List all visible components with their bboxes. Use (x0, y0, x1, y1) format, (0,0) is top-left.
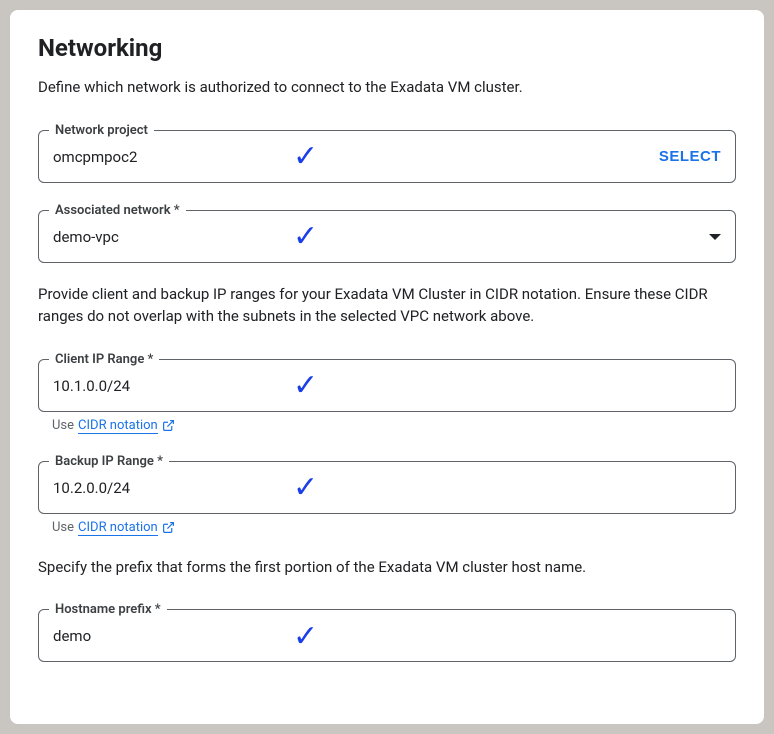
hostname-prefix-label: Hostname prefix * (49, 602, 167, 617)
backup-ip-label: Backup IP Range * (49, 454, 169, 469)
backup-ip-helper: Use CIDR notation (52, 520, 736, 536)
section-title: Networking (38, 34, 736, 62)
section-description-3: Specify the prefix that forms the first … (38, 556, 736, 579)
hostname-prefix-field: Hostname prefix * demo ✓ (38, 602, 736, 662)
network-project-label: Network project (49, 123, 154, 138)
network-project-value[interactable]: omcpmpoc2 (53, 148, 253, 166)
cidr-notation-link[interactable]: CIDR notation (78, 520, 158, 536)
client-ip-label: Client IP Range * (49, 352, 159, 367)
client-ip-field: Client IP Range * 10.1.0.0/24 ✓ (38, 352, 736, 412)
section-description-1: Define which network is authorized to co… (38, 76, 736, 99)
external-link-icon (162, 521, 175, 534)
checkmark-icon: ✓ (293, 470, 318, 505)
network-project-field: Network project omcpmpoc2 ✓ SELECT (38, 123, 736, 183)
cidr-notation-link[interactable]: CIDR notation (78, 418, 158, 434)
external-link-icon (162, 419, 175, 432)
associated-network-label: Associated network * (49, 203, 186, 218)
checkmark-icon: ✓ (293, 219, 318, 254)
checkmark-icon: ✓ (293, 139, 318, 174)
associated-network-field: Associated network * demo-vpc ✓ (38, 203, 736, 263)
backup-ip-input[interactable]: 10.2.0.0/24 (53, 479, 253, 497)
backup-ip-field: Backup IP Range * 10.2.0.0/24 ✓ (38, 454, 736, 514)
checkmark-icon: ✓ (293, 368, 318, 403)
client-ip-helper: Use CIDR notation (52, 418, 736, 434)
section-description-2: Provide client and backup IP ranges for … (38, 283, 736, 328)
chevron-down-icon[interactable] (709, 234, 721, 240)
networking-panel: Networking Define which network is autho… (10, 10, 764, 724)
checkmark-icon: ✓ (293, 619, 318, 654)
select-button[interactable]: SELECT (659, 148, 721, 165)
client-ip-input[interactable]: 10.1.0.0/24 (53, 377, 253, 395)
hostname-prefix-input[interactable]: demo (53, 627, 253, 645)
associated-network-value[interactable]: demo-vpc (53, 228, 253, 246)
